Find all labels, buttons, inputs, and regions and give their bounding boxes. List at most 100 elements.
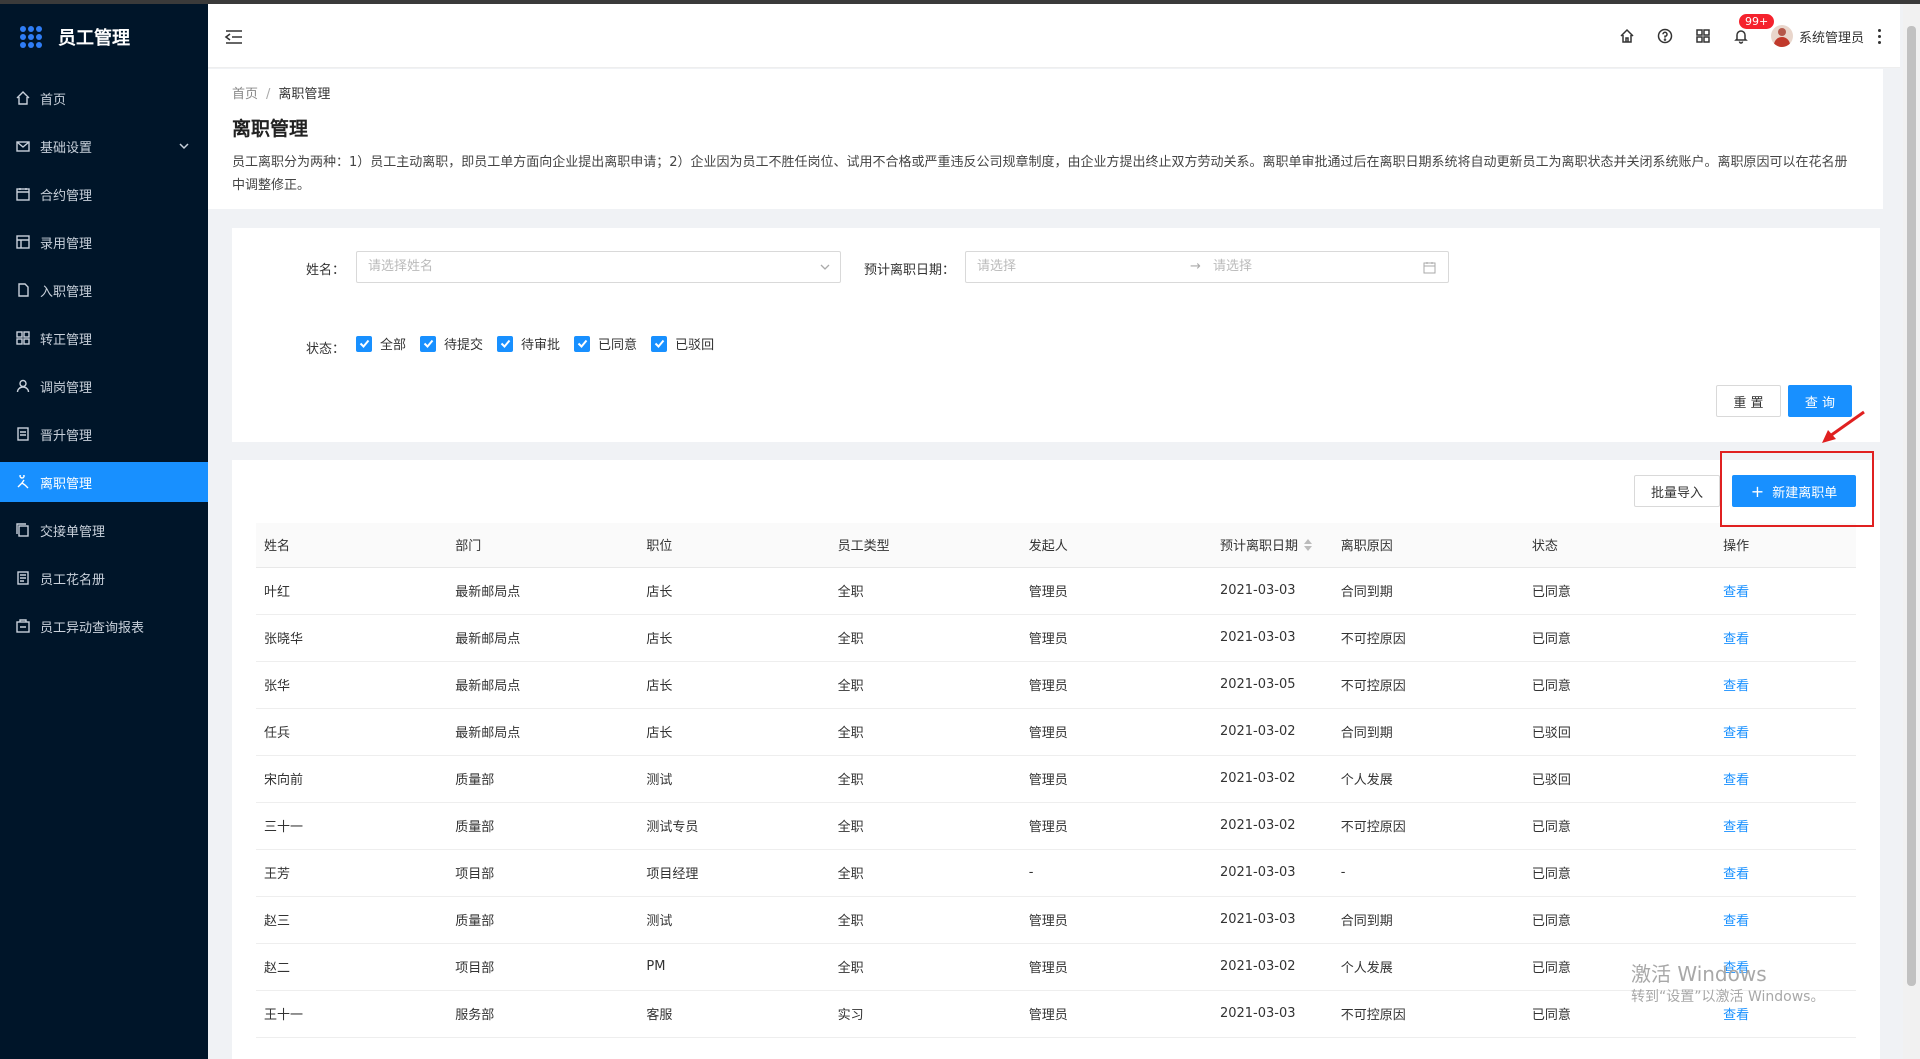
table-cell: 管理员: [1020, 990, 1212, 1038]
view-link[interactable]: 查看: [1715, 614, 1856, 662]
help-icon[interactable]: [1657, 28, 1673, 44]
breadcrumb: 首页 / 离职管理: [232, 87, 331, 102]
sidebar-item-10[interactable]: 员工花名册: [0, 558, 208, 598]
table-cell: 管理员: [1020, 802, 1212, 850]
scrollbar-thumb[interactable]: [1907, 26, 1916, 986]
view-link[interactable]: 查看: [1715, 708, 1856, 756]
date-label: 预计离职日期：: [864, 263, 956, 278]
doc-icon: [16, 283, 30, 297]
reset-button[interactable]: 重 置: [1716, 385, 1781, 417]
name-label: 姓名：: [306, 263, 346, 278]
table-cell: 测试专员: [638, 802, 830, 850]
status-checkbox-approved[interactable]: 已同意: [574, 334, 637, 353]
sidebar-item-2[interactable]: 合约管理: [0, 174, 208, 214]
table-cell: 全职: [829, 708, 1021, 756]
more-vertical-icon[interactable]: [1878, 28, 1882, 44]
layout-icon[interactable]: [1695, 28, 1711, 44]
table-cell: 管理员: [1020, 614, 1212, 662]
view-link[interactable]: 查看: [1715, 849, 1856, 897]
sidebar-item-3[interactable]: 录用管理: [0, 222, 208, 262]
status-checkbox-pending-approval[interactable]: 待审批: [497, 334, 560, 353]
table-cell: 个人发展: [1332, 755, 1524, 803]
table-cell: 全职: [829, 614, 1021, 662]
col-header-employee-type: 员工类型: [829, 523, 1021, 568]
status-label: 状态：: [306, 342, 346, 357]
sidebar-item-0[interactable]: 首页: [0, 78, 208, 118]
menu-fold-icon[interactable]: [224, 28, 244, 46]
table-cell: 客服: [638, 990, 830, 1038]
table-cell: 店长: [638, 708, 830, 756]
report-icon: [16, 619, 30, 633]
page-scrollbar[interactable]: [1903, 4, 1920, 1059]
table-cell: 已同意: [1523, 661, 1716, 709]
mail-icon: [16, 139, 30, 153]
date-range-picker[interactable]: 请选择 → 请选择: [965, 251, 1449, 283]
table-cell: 项目部: [447, 943, 639, 991]
table-cell: 已同意: [1523, 896, 1716, 944]
table-cell: 张华: [256, 661, 448, 709]
sort-icon[interactable]: [1303, 538, 1312, 555]
sidebar-item-5[interactable]: 转正管理: [0, 318, 208, 358]
table-cell: 2021-03-03: [1211, 567, 1333, 615]
table-cell: 全职: [829, 849, 1021, 897]
arrow-right-icon: →: [1190, 259, 1201, 274]
table-cell: 合同到期: [1332, 896, 1524, 944]
view-link[interactable]: 查看: [1715, 755, 1856, 803]
sidebar-item-9[interactable]: 交接单管理: [0, 510, 208, 550]
sidebar-item-label: 调岗管理: [40, 380, 93, 396]
table-cell: 店长: [638, 661, 830, 709]
table-cell: 质量部: [447, 896, 639, 944]
sidebar-item-6[interactable]: 调岗管理: [0, 366, 208, 406]
sidebar-item-4[interactable]: 入职管理: [0, 270, 208, 310]
status-checkbox-pending-submit[interactable]: 待提交: [420, 334, 483, 353]
table-cell: 2021-03-02: [1211, 802, 1333, 850]
name-select[interactable]: 请选择姓名: [356, 251, 841, 283]
table-cell: 项目部: [447, 849, 639, 897]
table-row: 赵二 项目部 PM 全职 管理员 2021-03-02 个人发展 已同意 查看: [256, 943, 1856, 991]
view-link[interactable]: 查看: [1715, 661, 1856, 709]
table-cell: 张晓华: [256, 614, 448, 662]
home-icon[interactable]: [1619, 28, 1635, 44]
col-header-name: 姓名: [256, 523, 448, 568]
home-icon: [16, 91, 30, 105]
view-link[interactable]: 查看: [1715, 567, 1856, 615]
table-cell: 店长: [638, 614, 830, 662]
check-icon: [497, 335, 514, 352]
view-link[interactable]: 查看: [1715, 802, 1856, 850]
table-cell: 王十一: [256, 990, 448, 1038]
bell-icon[interactable]: 99+: [1733, 14, 1775, 44]
avatar[interactable]: [1770, 25, 1793, 47]
table-cell: 最新邮局点: [447, 708, 639, 756]
sidebar-menu: 首页基础设置合约管理录用管理入职管理转正管理调岗管理晋升管理离职管理交接单管理员…: [0, 78, 208, 646]
table-row: 张晓华 最新邮局点 店长 全职 管理员 2021-03-03 不可控原因 已同意 查看: [256, 614, 1856, 662]
check-icon: [651, 335, 668, 352]
table-cell: 管理员: [1020, 896, 1212, 944]
table-cell: 最新邮局点: [447, 614, 639, 662]
status-checkbox-rejected[interactable]: 已驳回: [651, 334, 714, 353]
table-cell: 最新邮局点: [447, 567, 639, 615]
table-cell: 叶红: [256, 567, 448, 615]
check-icon: [420, 335, 437, 352]
table-cell: 不可控原因: [1332, 802, 1524, 850]
table-cell: 合同到期: [1332, 708, 1524, 756]
table-cell: 2021-03-02: [1211, 943, 1333, 991]
table-cell: 最新邮局点: [447, 661, 639, 709]
table-cell: 已同意: [1523, 802, 1716, 850]
col-header-leave-date[interactable]: 预计离职日期: [1211, 523, 1333, 568]
table-cell: 管理员: [1020, 708, 1212, 756]
batch-import-button[interactable]: 批量导入: [1634, 475, 1720, 507]
status-checkbox-all[interactable]: 全部: [356, 334, 406, 353]
username[interactable]: 系统管理员: [1799, 27, 1864, 46]
table-row: 叶红 最新邮局点 店长 全职 管理员 2021-03-03 合同到期 已同意 查看: [256, 567, 1856, 615]
page-title: 离职管理: [232, 118, 309, 140]
breadcrumb-home[interactable]: 首页: [232, 87, 258, 102]
view-link[interactable]: 查看: [1715, 896, 1856, 944]
sidebar-item-7[interactable]: 晋升管理: [0, 414, 208, 454]
grid-icon: [16, 235, 30, 249]
sidebar-item-8[interactable]: 离职管理: [0, 462, 208, 502]
leave-icon: [16, 475, 30, 489]
sidebar-item-1[interactable]: 基础设置: [0, 126, 208, 166]
app-logo[interactable]: 员工管理: [0, 4, 208, 70]
sidebar-item-11[interactable]: 员工异动查询报表: [0, 606, 208, 646]
windows-watermark-subtitle: 转到“设置”以激活 Windows。: [1631, 989, 1825, 1005]
